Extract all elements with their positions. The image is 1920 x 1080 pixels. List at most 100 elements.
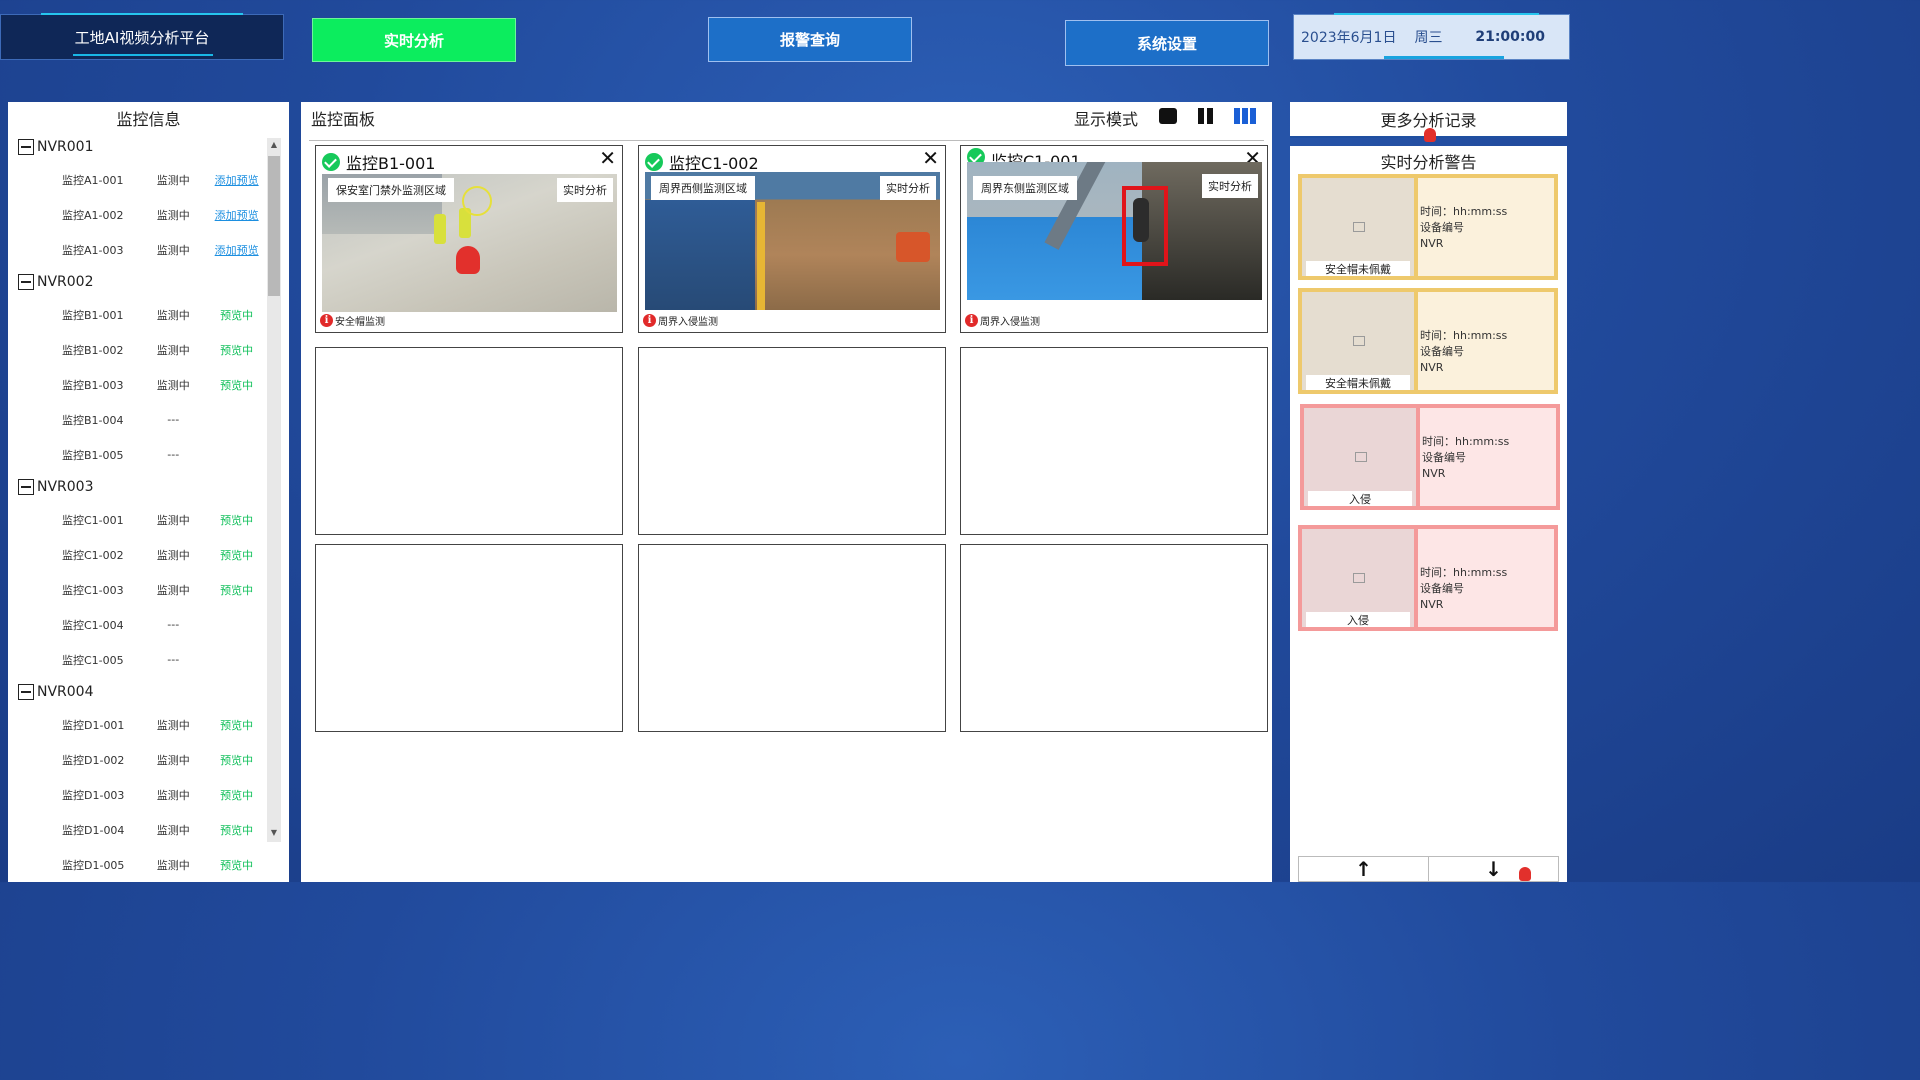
add-preview-link[interactable]: 添加预览 bbox=[209, 207, 264, 223]
camera-status: --- bbox=[167, 413, 180, 426]
nav-system-settings[interactable]: 系统设置 bbox=[1065, 20, 1269, 66]
feed-excavator bbox=[896, 232, 930, 262]
alert-device: 设备编号 bbox=[1420, 345, 1464, 358]
realtime-analysis-tag[interactable]: 实时分析 bbox=[1202, 174, 1258, 198]
add-preview-link[interactable]: 添加预览 bbox=[209, 172, 264, 188]
video-feed[interactable]: 保安室门禁外监测区域 实时分析 bbox=[322, 174, 617, 312]
collapse-icon[interactable] bbox=[18, 684, 34, 700]
collapse-icon[interactable] bbox=[18, 139, 34, 155]
camera-status: 监测中 bbox=[156, 208, 190, 222]
camera-cell-3[interactable]: 监控C1-001 ✕ 周界东侧监测区域 实时分析 i 周界入侵监测 bbox=[960, 145, 1268, 333]
camera-status: --- bbox=[167, 653, 180, 666]
check-circle-icon bbox=[967, 148, 985, 162]
nav-alarm-query[interactable]: 报警查询 bbox=[708, 17, 912, 62]
empty-camera-cell[interactable] bbox=[960, 347, 1268, 535]
scroll-thumb[interactable] bbox=[268, 156, 280, 296]
preview-status: 预览中 bbox=[220, 378, 254, 392]
camera-list-item[interactable]: 监控A1-003 监测中 添加预览 bbox=[8, 232, 264, 267]
preview-status: 预览中 bbox=[220, 788, 254, 802]
close-icon[interactable]: ✕ bbox=[922, 148, 939, 168]
camera-list-item[interactable]: 监控A1-002 监测中 添加预览 bbox=[8, 197, 264, 232]
scroll-down-icon[interactable]: ▼ bbox=[267, 828, 281, 840]
board-title: 监控面板 bbox=[311, 110, 376, 129]
preview-status: 预览中 bbox=[220, 718, 254, 732]
alert-card[interactable]: 入侵 时间：hh:mm:ss 设备编号 NVR bbox=[1300, 404, 1560, 510]
video-feed[interactable]: 周界东侧监测区域 实时分析 bbox=[967, 162, 1262, 300]
arrow-down-icon[interactable]: ↓ bbox=[1428, 857, 1558, 881]
camera-cell-1[interactable]: 监控B1-001 ✕ 保安室门禁外监测区域 实时分析 i 安全帽监测 bbox=[315, 145, 623, 333]
add-preview-link[interactable]: 添加预览 bbox=[209, 242, 264, 258]
alert-device: 设备编号 bbox=[1422, 451, 1466, 464]
camera-cell-2[interactable]: 监控C1-002 ✕ 周界西侧监测区域 实时分析 i 周界入侵监测 bbox=[638, 145, 946, 333]
info-icon: i bbox=[320, 314, 333, 327]
nvr-group-4[interactable]: NVR004 bbox=[8, 677, 264, 707]
camera-list-item[interactable]: 监控B1-001 监测中 预览中 bbox=[8, 297, 264, 332]
camera-list-item[interactable]: 监控C1-005 --- bbox=[8, 642, 264, 677]
camera-status: --- bbox=[167, 448, 180, 461]
camera-list-item[interactable]: 监控C1-004 --- bbox=[8, 607, 264, 642]
camera-status: 监测中 bbox=[156, 343, 190, 357]
layout-triple-icon[interactable] bbox=[1233, 107, 1257, 125]
camera-list-item[interactable]: 监控B1-005 --- bbox=[8, 437, 264, 472]
scrollbar[interactable]: ▲ ▼ bbox=[267, 138, 281, 842]
more-analysis-records-button[interactable]: 更多分析记录 bbox=[1290, 102, 1567, 142]
nav-realtime-analysis[interactable]: 实时分析 bbox=[312, 18, 516, 62]
camera-list-item[interactable]: 监控D1-004 监测中 预览中 bbox=[8, 812, 264, 847]
collapse-icon[interactable] bbox=[18, 479, 34, 495]
empty-camera-cell[interactable] bbox=[638, 347, 946, 535]
footer-text: 周界入侵监测 bbox=[980, 317, 1040, 328]
collapse-icon[interactable] bbox=[18, 274, 34, 290]
alert-thumbnail: 入侵 bbox=[1302, 529, 1414, 627]
camera-name: 监控B1-001 bbox=[62, 308, 124, 322]
empty-camera-cell[interactable] bbox=[315, 544, 623, 732]
realtime-analysis-tag[interactable]: 实时分析 bbox=[557, 178, 613, 202]
camera-list-item[interactable]: 监控B1-004 --- bbox=[8, 402, 264, 437]
nvr-group-2[interactable]: NVR002 bbox=[8, 267, 264, 297]
camera-list-item[interactable]: 监控D1-002 监测中 预览中 bbox=[8, 742, 264, 777]
alert-device: 设备编号 bbox=[1420, 221, 1464, 234]
camera-list-item[interactable]: 监控C1-003 监测中 预览中 bbox=[8, 572, 264, 607]
board-divider bbox=[309, 140, 1264, 141]
alert-card[interactable]: 入侵 时间：hh:mm:ss 设备编号 NVR bbox=[1298, 525, 1558, 631]
camera-name: 监控C1-001 bbox=[62, 513, 124, 527]
scroll-up-icon[interactable]: ▲ bbox=[267, 140, 281, 152]
camera-list-item[interactable]: 监控B1-003 监测中 预览中 bbox=[8, 367, 264, 402]
realtime-alert-panel: 实时分析警告 安全帽未佩戴 时间：hh:mm:ss 设备编号 NVR 安全帽未佩… bbox=[1290, 146, 1567, 882]
alert-card[interactable]: 安全帽未佩戴 时间：hh:mm:ss 设备编号 NVR bbox=[1298, 174, 1558, 280]
camera-title: 监控C1-002 bbox=[645, 150, 759, 174]
image-icon bbox=[1353, 573, 1365, 583]
camera-status: 监测中 bbox=[156, 753, 190, 767]
info-icon: i bbox=[965, 314, 978, 327]
realtime-analysis-tag[interactable]: 实时分析 bbox=[880, 176, 936, 200]
camera-list-item[interactable]: 监控C1-002 监测中 预览中 bbox=[8, 537, 264, 572]
layout-double-icon[interactable] bbox=[1196, 107, 1216, 125]
camera-list-item[interactable]: 监控B1-002 监测中 预览中 bbox=[8, 332, 264, 367]
monitor-board: 监控面板 显示模式 监控B1-001 ✕ 保安室门禁外监测区域 实时分析 i 安… bbox=[301, 102, 1272, 882]
alert-details: 时间：hh:mm:ss 设备编号 NVR bbox=[1420, 408, 1556, 506]
feed-wall bbox=[645, 200, 755, 310]
empty-camera-cell[interactable] bbox=[960, 544, 1268, 732]
camera-name: 监控A1-003 bbox=[62, 243, 124, 257]
nvr-group-3[interactable]: NVR003 bbox=[8, 472, 264, 502]
camera-list-item[interactable]: 监控D1-005 监测中 预览中 bbox=[8, 847, 264, 882]
empty-camera-cell[interactable] bbox=[638, 544, 946, 732]
camera-list-item[interactable]: 监控A1-001 监测中 添加预览 bbox=[8, 162, 264, 197]
camera-name: 监控C1-005 bbox=[62, 653, 124, 667]
camera-status: 监测中 bbox=[156, 308, 190, 322]
camera-list-item[interactable]: 监控D1-001 监测中 预览中 bbox=[8, 707, 264, 742]
alert-card[interactable]: 安全帽未佩戴 时间：hh:mm:ss 设备编号 NVR bbox=[1298, 288, 1558, 394]
camera-list-item[interactable]: 监控D1-003 监测中 预览中 bbox=[8, 777, 264, 812]
alert-pager: ↑ ↓ bbox=[1298, 856, 1559, 882]
empty-camera-cell[interactable] bbox=[315, 347, 623, 535]
close-icon[interactable]: ✕ bbox=[599, 148, 616, 168]
layout-single-icon[interactable] bbox=[1158, 107, 1178, 125]
camera-list-item[interactable]: 监控C1-001 监测中 预览中 bbox=[8, 502, 264, 537]
nvr-group-1[interactable]: NVR001 bbox=[8, 132, 264, 162]
camera-status: 监测中 bbox=[156, 788, 190, 802]
arrow-up-icon[interactable]: ↑ bbox=[1299, 857, 1428, 881]
camera-name: 监控C1-003 bbox=[62, 583, 124, 597]
video-feed[interactable]: 周界西侧监测区域 实时分析 bbox=[645, 172, 940, 310]
camera-status: 监测中 bbox=[156, 173, 190, 187]
camera-name: 监控D1-005 bbox=[62, 858, 125, 872]
panel-title: 监控信息 bbox=[116, 110, 181, 129]
